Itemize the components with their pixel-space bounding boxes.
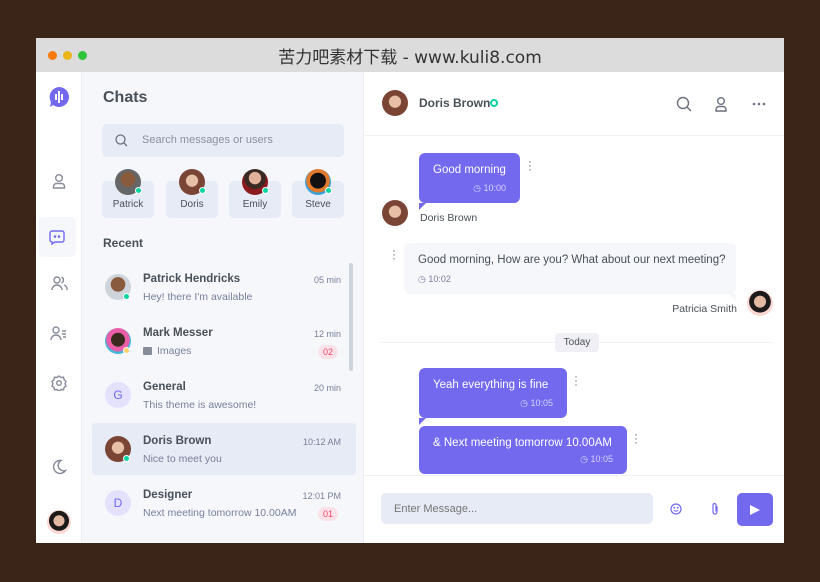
chat-name: Patrick Hendricks: [143, 273, 241, 285]
contact-avatar[interactable]: [382, 90, 408, 116]
online-status-icon: [490, 99, 498, 107]
search-input[interactable]: Search messages or users: [102, 124, 344, 157]
dark-mode-icon[interactable]: [44, 452, 74, 482]
message-text: Good morning, How are you? What about ou…: [418, 254, 726, 266]
unread-badge: 02: [317, 345, 338, 359]
message-bubble: Yeah everything is fine ◷ 10:05: [419, 368, 567, 425]
sender-avatar: [747, 290, 773, 316]
favorite-emily[interactable]: Emily: [229, 169, 281, 218]
favorite-name: Patrick: [112, 199, 144, 210]
online-indicator: [135, 187, 142, 194]
conversation-pane: Doris Brown Good morning ◷ 10:00 · · · Dor…: [364, 72, 784, 543]
search-placeholder: Search messages or users: [142, 134, 273, 146]
message-menu-icon[interactable]: · · ·: [391, 244, 397, 264]
image-icon: [143, 347, 152, 355]
time-value: 10:00: [483, 183, 506, 193]
chat-name: Doris Brown: [143, 435, 212, 447]
chat-name: General: [143, 381, 186, 393]
contacts-icon[interactable]: [44, 318, 74, 348]
chat-preview: Nice to meet you: [143, 453, 222, 465]
sender-avatar: [382, 200, 408, 226]
sender-name: Patricia Smith: [672, 303, 737, 315]
icon-rail: [36, 72, 82, 543]
profile-icon[interactable]: [713, 96, 729, 112]
chats-title: Chats: [103, 89, 148, 106]
favorite-patrick[interactable]: Patrick: [102, 169, 154, 218]
chat-name: Mark Messer: [143, 327, 213, 339]
chat-item-designer[interactable]: D Designer Next meeting tomorrow 10.00AM…: [92, 477, 356, 529]
sender-name: Doris Brown: [420, 212, 478, 224]
favorite-name: Doris: [180, 199, 204, 210]
search-icon[interactable]: [676, 96, 692, 112]
chat-preview: Hey! there I'm available: [143, 291, 253, 303]
chat-preview: Next meeting tomorrow 10.00AM: [143, 507, 297, 519]
chat-time: 20 min: [313, 383, 341, 393]
groups-icon[interactable]: [44, 268, 74, 298]
chat-time: 12:01 PM: [302, 491, 341, 501]
chat-preview-text: Images: [157, 345, 192, 357]
time-value: 10:02: [428, 274, 451, 284]
favorite-name: Emily: [242, 199, 268, 210]
profile-icon[interactable]: [44, 166, 74, 196]
avatar-initial: D: [105, 490, 131, 516]
chat-preview: This theme is awesome!: [143, 399, 257, 411]
chat-time: 10:12 AM: [302, 437, 341, 447]
time-value: 10:05: [530, 398, 553, 408]
chats-icon[interactable]: [38, 217, 76, 257]
chat-item-doris-brown[interactable]: Doris Brown Nice to meet you 10:12 AM: [92, 423, 356, 475]
message-text: Good morning: [433, 164, 506, 176]
unread-badge: 01: [317, 507, 338, 521]
attachment-icon[interactable]: [710, 502, 720, 516]
chat-item-mark-messer[interactable]: Mark Messer Images 12 min 02: [92, 315, 356, 367]
chat-name: Designer: [143, 489, 193, 501]
time-value: 10:05: [590, 454, 613, 464]
chat-item-patrick-hendricks[interactable]: Patrick Hendricks Hey! there I'm availab…: [92, 261, 356, 313]
favorite-doris[interactable]: Doris: [166, 169, 218, 218]
message-composer: [364, 475, 784, 543]
contact-name[interactable]: Doris Brown: [419, 96, 490, 110]
send-icon: [750, 504, 760, 515]
more-options-icon[interactable]: [751, 96, 767, 112]
message-bubble: & Next meeting tomorrow 10.00AM ◷ 10:05: [419, 426, 627, 474]
window-title: 苦力吧素材下载 - www.kuli8.com: [278, 48, 542, 68]
online-indicator: [262, 187, 269, 194]
favorite-steve[interactable]: Steve: [292, 169, 344, 218]
favorite-name: Steve: [305, 199, 331, 210]
date-label: Today: [555, 333, 599, 352]
message-menu-icon[interactable]: · · ·: [633, 428, 639, 448]
message-menu-icon[interactable]: · · ·: [527, 155, 533, 175]
message-time: ◷ 10:00: [473, 183, 506, 193]
online-indicator: [199, 187, 206, 194]
chat-time: 12 min: [313, 329, 341, 339]
message-time: ◷ 10:02: [418, 274, 451, 284]
chats-panel: Chats Search messages or users Patrick D…: [82, 72, 364, 543]
online-indicator: [123, 293, 130, 300]
emoji-icon[interactable]: [670, 503, 682, 515]
chat-preview: Images: [143, 345, 191, 357]
message-bubble: Good morning ◷ 10:00: [419, 153, 520, 210]
send-button[interactable]: [737, 493, 773, 526]
online-indicator: [325, 187, 332, 194]
message-time: ◷ 10:05: [580, 454, 613, 464]
recent-heading: Recent: [103, 236, 144, 250]
message-menu-icon[interactable]: · · ·: [573, 370, 579, 390]
message-bubble: Good morning, How are you? What about ou…: [404, 243, 736, 301]
user-avatar[interactable]: [44, 507, 74, 537]
settings-icon[interactable]: [44, 368, 74, 398]
message-time: ◷ 10:05: [520, 398, 553, 408]
online-indicator: [123, 455, 130, 462]
app-window: 苦力吧素材下载 - www.kuli8.com Chats Search mes…: [36, 38, 784, 543]
search-icon: [115, 134, 128, 147]
message-text: & Next meeting tomorrow 10.00AM: [433, 437, 612, 449]
chat-time: 05 min: [313, 275, 341, 285]
conversation-header: Doris Brown: [364, 72, 784, 136]
title-bar: 苦力吧素材下载 - www.kuli8.com: [36, 38, 784, 72]
message-text: Yeah everything is fine: [433, 379, 549, 391]
away-indicator: [123, 347, 130, 354]
logo-icon[interactable]: [44, 82, 74, 112]
message-input[interactable]: [381, 493, 653, 524]
chat-list-scrollbar[interactable]: [349, 263, 353, 371]
avatar-initial: G: [105, 382, 131, 408]
chat-item-general[interactable]: G General This theme is awesome! 20 min: [92, 369, 356, 421]
